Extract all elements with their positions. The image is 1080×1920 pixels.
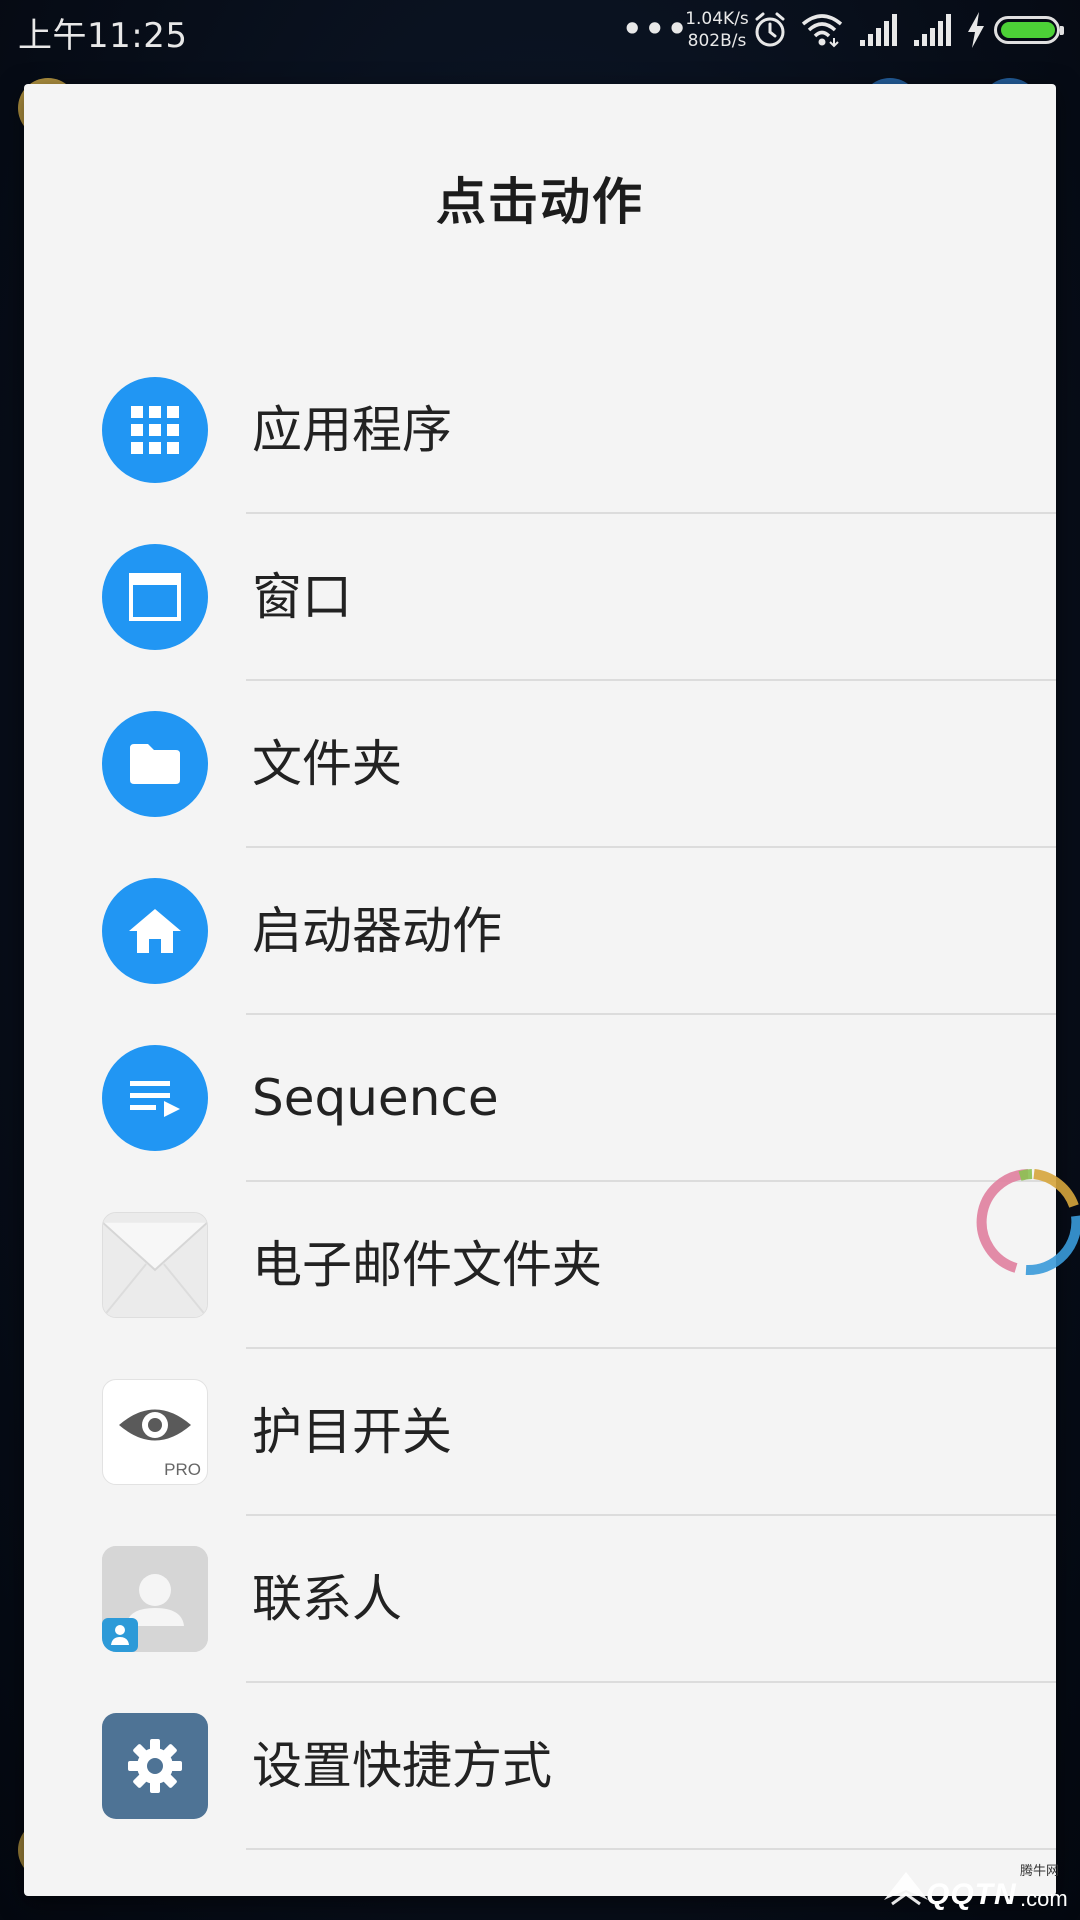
click-action-dialog: 点击动作 应用程序 窗口 文件夹 启动器动作 Sequence 电子邮件文件夹 … — [24, 84, 1056, 1896]
charging-icon — [968, 12, 984, 48]
eye-pro-icon: PRO — [102, 1379, 208, 1485]
menu-item-label: 电子邮件文件夹 — [252, 1236, 602, 1294]
menu-item-email-folder[interactable]: 电子邮件文件夹 — [24, 1182, 1056, 1349]
folder-icon — [102, 711, 208, 817]
menu-item-apps[interactable]: 应用程序 — [24, 347, 1056, 514]
battery-tip — [1060, 26, 1064, 35]
divider — [246, 1848, 1056, 1850]
menu-item-label: 窗口 — [252, 568, 352, 626]
signal-icon-2 — [914, 14, 951, 46]
menu-item-label: 文件夹 — [252, 735, 402, 793]
contact-icon — [102, 1546, 208, 1652]
battery-fill — [1001, 22, 1055, 38]
window-icon — [102, 544, 208, 650]
action-list: 应用程序 窗口 文件夹 启动器动作 Sequence 电子邮件文件夹 PRO 护… — [24, 347, 1056, 1850]
playlist-icon — [102, 1045, 208, 1151]
net-speed-down: 802B/s — [687, 31, 747, 51]
status-bar: 上午11:25 ••• 1.04K/s 802B/s — [0, 0, 1080, 62]
menu-item-window[interactable]: 窗口 — [24, 514, 1056, 681]
menu-item-label: 设置快捷方式 — [252, 1737, 552, 1795]
apps-grid-icon — [102, 377, 208, 483]
menu-item-label: 联系人 — [252, 1570, 402, 1628]
menu-item-folder[interactable]: 文件夹 — [24, 681, 1056, 848]
menu-item-label: 启动器动作 — [252, 902, 502, 960]
menu-item-eye-protection[interactable]: PRO 护目开关 — [24, 1349, 1056, 1516]
menu-item-sequence[interactable]: Sequence — [24, 1015, 1056, 1182]
battery-icon — [994, 16, 1064, 44]
watermark-suffix: .com — [1020, 1886, 1068, 1911]
watermark: 腾牛网 QQTN .com — [872, 1860, 1072, 1920]
envelope-icon — [102, 1212, 208, 1318]
signal-icon — [860, 14, 897, 46]
dialog-title: 点击动作 — [436, 173, 644, 231]
net-speed-up: 1.04K/s — [685, 9, 749, 29]
status-time: 上午11:25 — [18, 16, 188, 56]
network-speed: 1.04K/s 802B/s — [672, 8, 762, 52]
watermark-brand: QQTN — [926, 1878, 1017, 1911]
menu-item-launcher-action[interactable]: 启动器动作 — [24, 848, 1056, 1015]
menu-item-label: 应用程序 — [252, 401, 452, 459]
menu-item-contacts[interactable]: 联系人 — [24, 1516, 1056, 1683]
watermark-small-text: 腾牛网 — [1020, 1864, 1060, 1879]
menu-item-label: Sequence — [252, 1069, 499, 1127]
menu-item-shortcut-settings[interactable]: 设置快捷方式 — [24, 1683, 1056, 1850]
alarm-icon — [755, 12, 785, 47]
menu-item-label: 护目开关 — [252, 1403, 452, 1461]
home-icon — [102, 878, 208, 984]
floating-ring-icon[interactable] — [976, 1166, 1080, 1280]
wifi-icon — [801, 14, 843, 48]
gear-icon — [102, 1713, 208, 1819]
pro-badge: PRO — [164, 1460, 201, 1479]
